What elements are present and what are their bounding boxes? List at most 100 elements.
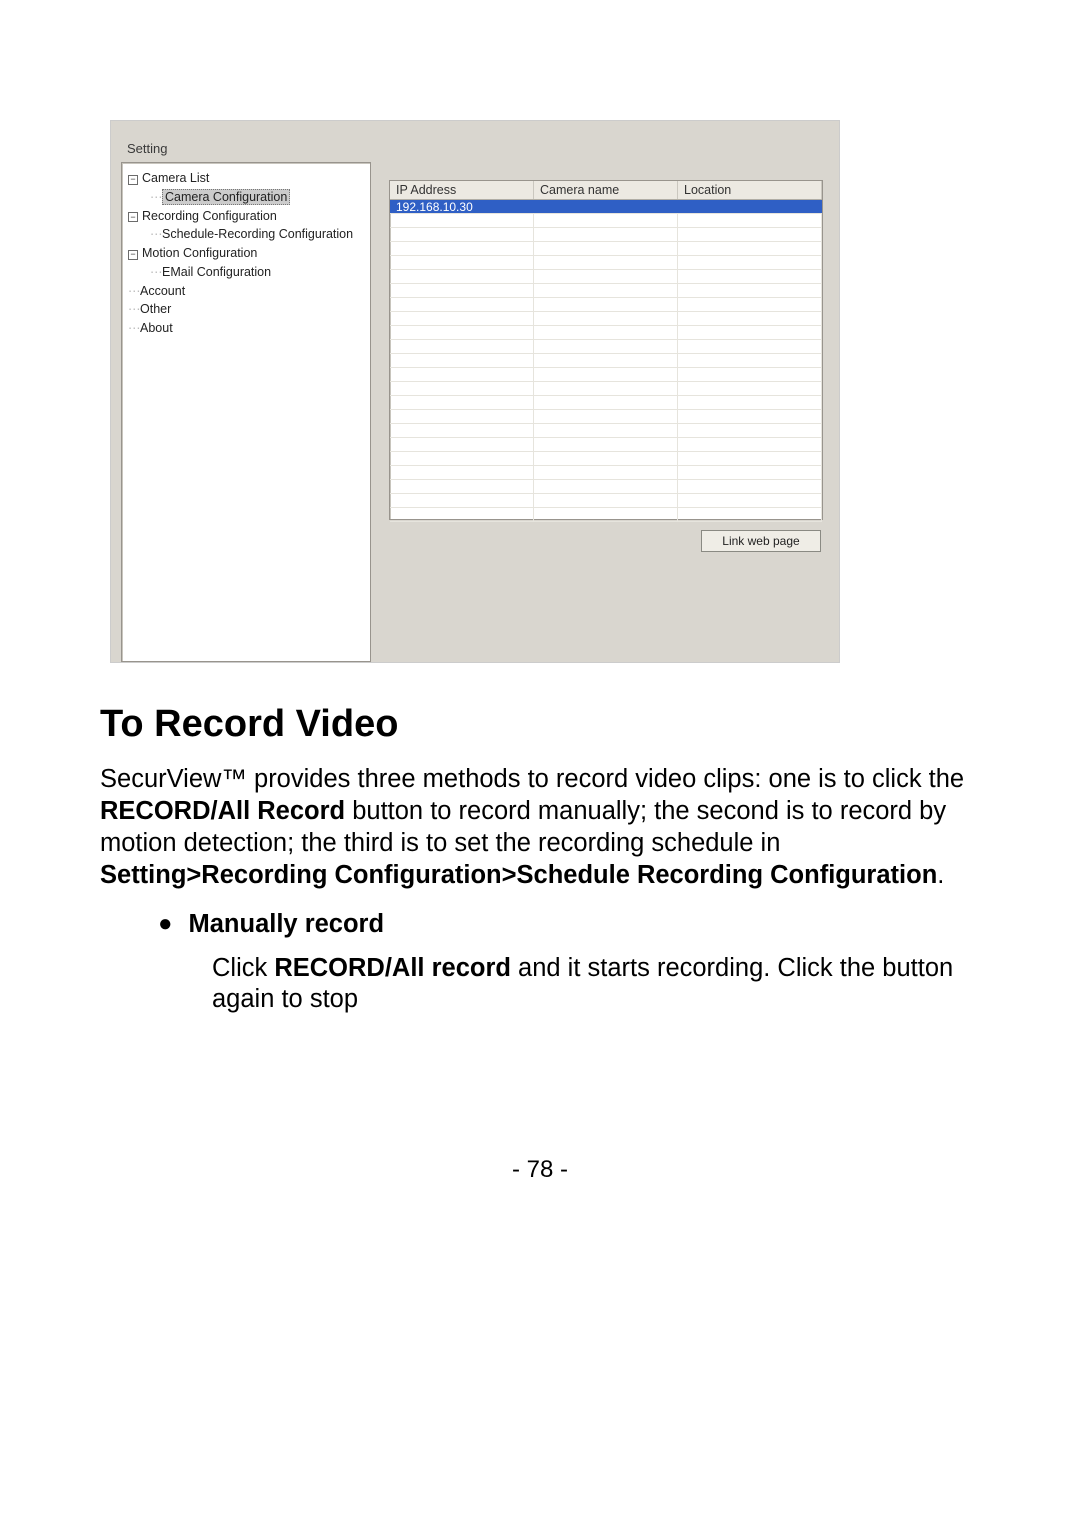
table-row[interactable]	[390, 452, 822, 466]
table-row[interactable]	[390, 340, 822, 354]
table-cell	[534, 452, 678, 465]
text: .	[937, 861, 944, 889]
table-row[interactable]	[390, 270, 822, 284]
text: SecurView™ provides three methods to rec…	[100, 765, 964, 793]
tree-node[interactable]: ⋯About	[126, 319, 366, 338]
table-cell	[390, 466, 534, 479]
table-cell	[390, 424, 534, 437]
column-header[interactable]: Camera name	[534, 181, 678, 199]
table-cell	[678, 242, 822, 255]
tree-label[interactable]: Motion Configuration	[142, 246, 257, 260]
table-cell	[534, 214, 678, 227]
table-cell	[678, 228, 822, 241]
tree-node[interactable]: ⋯EMail Configuration	[126, 263, 366, 282]
tree-node[interactable]: ⋯Account	[126, 282, 366, 301]
column-header[interactable]: IP Address	[390, 181, 534, 199]
table-row[interactable]	[390, 396, 822, 410]
table-cell	[534, 410, 678, 423]
link-web-page-button[interactable]: Link web page	[701, 530, 821, 552]
tree-node[interactable]: ⋯Schedule-Recording Configuration	[126, 225, 366, 244]
text-bold: RECORD/All Record	[100, 797, 345, 825]
table-cell: 192.168.10.30	[390, 200, 534, 213]
table-cell	[678, 410, 822, 423]
tree-toggle-icon[interactable]: −	[128, 175, 138, 185]
table-cell	[390, 284, 534, 297]
table-cell	[678, 326, 822, 339]
table-row[interactable]	[390, 438, 822, 452]
table-cell	[534, 312, 678, 325]
table-row[interactable]	[390, 242, 822, 256]
table-cell	[390, 368, 534, 381]
table-row[interactable]	[390, 256, 822, 270]
table-row[interactable]	[390, 382, 822, 396]
tree-connector-icon: ⋯	[128, 300, 140, 319]
table-cell	[390, 452, 534, 465]
table-cell	[390, 242, 534, 255]
table-cell	[678, 480, 822, 493]
bullet-body: Click RECORD/All record and it starts re…	[100, 953, 980, 1017]
bullet-item: ● Manually record	[100, 910, 980, 939]
table-row[interactable]	[390, 326, 822, 340]
tree-label[interactable]: Other	[140, 302, 171, 316]
table-row[interactable]	[390, 284, 822, 298]
table-cell	[534, 424, 678, 437]
table-cell	[534, 200, 678, 213]
tree-label[interactable]: Account	[140, 284, 185, 298]
table-row[interactable]	[390, 424, 822, 438]
window-title: Setting	[121, 141, 829, 162]
table-row[interactable]	[390, 466, 822, 480]
settings-window: Setting −Camera List⋯Camera Configuratio…	[110, 120, 840, 663]
tree-connector-icon: ⋯	[128, 282, 140, 301]
tree-label[interactable]: Schedule-Recording Configuration	[162, 227, 353, 241]
table-cell	[390, 312, 534, 325]
tree-node[interactable]: ⋯Other	[126, 300, 366, 319]
nav-tree[interactable]: −Camera List⋯Camera Configuration−Record…	[121, 162, 371, 662]
table-row[interactable]	[390, 368, 822, 382]
table-cell	[678, 200, 822, 213]
tree-node[interactable]: −Camera List	[126, 169, 366, 188]
tree-node[interactable]: −Motion Configuration	[126, 244, 366, 263]
tree-label[interactable]: About	[140, 321, 173, 335]
table-cell	[390, 494, 534, 507]
table-row[interactable]	[390, 410, 822, 424]
tree-label[interactable]: EMail Configuration	[162, 265, 271, 279]
table-row[interactable]	[390, 214, 822, 228]
table-row[interactable]	[390, 480, 822, 494]
tree-node[interactable]: ⋯Camera Configuration	[126, 188, 366, 207]
table-row[interactable]: 192.168.10.30	[390, 200, 822, 214]
table-cell	[534, 438, 678, 451]
camera-grid[interactable]: IP AddressCamera nameLocation 192.168.10…	[389, 180, 823, 520]
table-cell	[678, 424, 822, 437]
tree-node[interactable]: −Recording Configuration	[126, 207, 366, 226]
table-row[interactable]	[390, 228, 822, 242]
table-row[interactable]	[390, 312, 822, 326]
table-cell	[534, 480, 678, 493]
tree-label[interactable]: Camera List	[142, 171, 209, 185]
tree-toggle-icon[interactable]: −	[128, 250, 138, 260]
table-cell	[534, 228, 678, 241]
table-cell	[390, 326, 534, 339]
table-cell	[390, 256, 534, 269]
table-cell	[390, 214, 534, 227]
table-cell	[390, 480, 534, 493]
tree-label[interactable]: Camera Configuration	[162, 189, 290, 205]
text: Click	[212, 954, 274, 982]
tree-label[interactable]: Recording Configuration	[142, 209, 277, 223]
table-cell	[678, 284, 822, 297]
table-cell	[678, 340, 822, 353]
table-cell	[678, 466, 822, 479]
tree-connector-icon: ⋯	[150, 263, 162, 282]
table-cell	[678, 312, 822, 325]
table-row[interactable]	[390, 494, 822, 508]
tree-toggle-icon[interactable]: −	[128, 212, 138, 222]
section-heading: To Record Video	[100, 703, 980, 746]
table-row[interactable]	[390, 354, 822, 368]
table-cell	[390, 298, 534, 311]
table-cell	[678, 214, 822, 227]
table-cell	[678, 494, 822, 507]
table-cell	[534, 494, 678, 507]
column-header[interactable]: Location	[678, 181, 822, 199]
table-row[interactable]	[390, 298, 822, 312]
table-cell	[390, 438, 534, 451]
bullet-title: Manually record	[189, 910, 385, 939]
